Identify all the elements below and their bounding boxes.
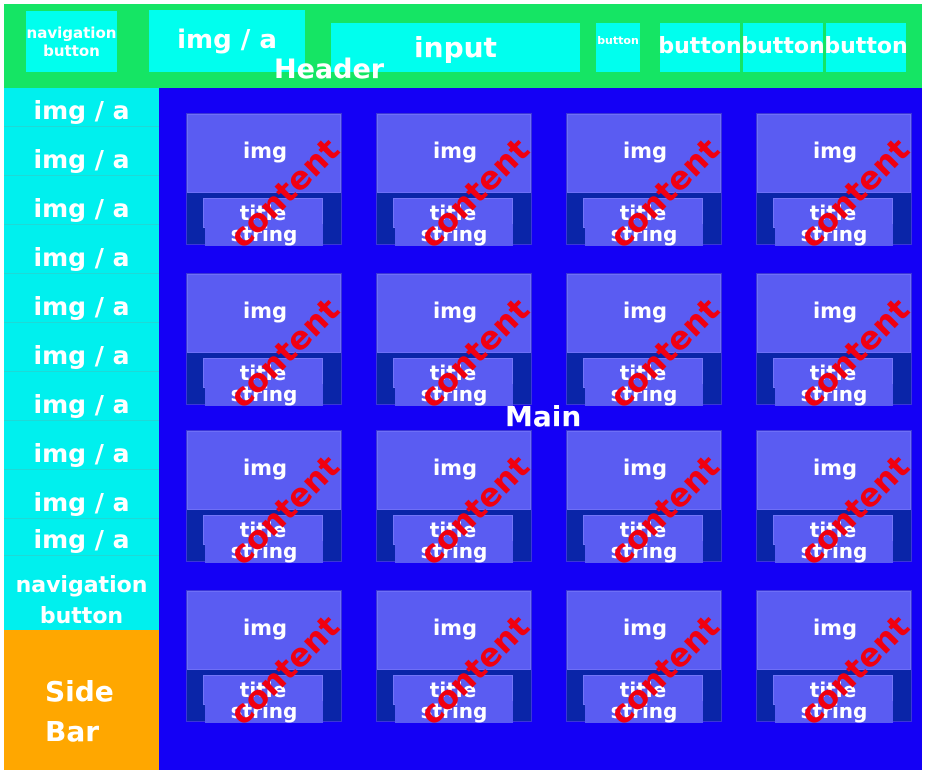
header-region-label: Header xyxy=(274,54,385,85)
content-card[interactable]: img title string content xyxy=(376,430,537,573)
sidebar-item-3[interactable]: img / a xyxy=(4,194,159,225)
content-card[interactable]: img title string content xyxy=(186,113,347,256)
content-card[interactable]: img title string content xyxy=(566,430,727,573)
sidebar-item-7[interactable]: img / a xyxy=(4,390,159,421)
content-card[interactable]: img title string content xyxy=(756,273,917,416)
header: navigation button img / a input button b… xyxy=(4,4,922,88)
content-card[interactable]: img title string content xyxy=(186,590,347,733)
sidebar-footer: Side Bar xyxy=(4,630,159,770)
header-button-3[interactable]: button xyxy=(824,23,908,72)
content-card[interactable]: img title string content xyxy=(756,430,917,573)
content-card[interactable]: img title string content xyxy=(376,273,537,416)
header-button-2[interactable]: button xyxy=(741,23,825,72)
content-card[interactable]: img title string content xyxy=(756,590,917,733)
sidebar-item-9[interactable]: img / a xyxy=(4,488,159,519)
header-navigation-button[interactable]: navigation button xyxy=(26,11,117,72)
content-card[interactable]: img title string content xyxy=(186,273,347,416)
content-card[interactable]: img title string content xyxy=(756,113,917,256)
sidebar-item-6[interactable]: img / a xyxy=(4,341,159,372)
content-card[interactable]: img title string content xyxy=(566,273,727,416)
sidebar-navigation-button[interactable]: navigation button xyxy=(4,570,159,632)
sidebar-region-label: Side Bar xyxy=(45,675,114,748)
sidebar-item-1[interactable]: img / a xyxy=(4,96,159,127)
content-card[interactable]: img title string content xyxy=(566,113,727,256)
sidebar-item-4[interactable]: img / a xyxy=(4,243,159,274)
header-button-1[interactable]: button xyxy=(658,23,742,72)
content-card[interactable]: img title string content xyxy=(186,430,347,573)
content-card[interactable]: img title string content xyxy=(566,590,727,733)
sidebar-item-8[interactable]: img / a xyxy=(4,439,159,470)
main-region-label: Main xyxy=(505,400,582,433)
header-small-button[interactable]: button xyxy=(596,23,640,72)
sidebar-item-5[interactable]: img / a xyxy=(4,292,159,323)
sidebar-item-10[interactable]: img / a xyxy=(4,525,159,556)
content-card[interactable]: img title string content xyxy=(376,113,537,256)
sidebar-item-2[interactable]: img / a xyxy=(4,145,159,176)
main: img title string content img title string conte… xyxy=(159,88,922,770)
content-card[interactable]: img title string content xyxy=(376,590,537,733)
